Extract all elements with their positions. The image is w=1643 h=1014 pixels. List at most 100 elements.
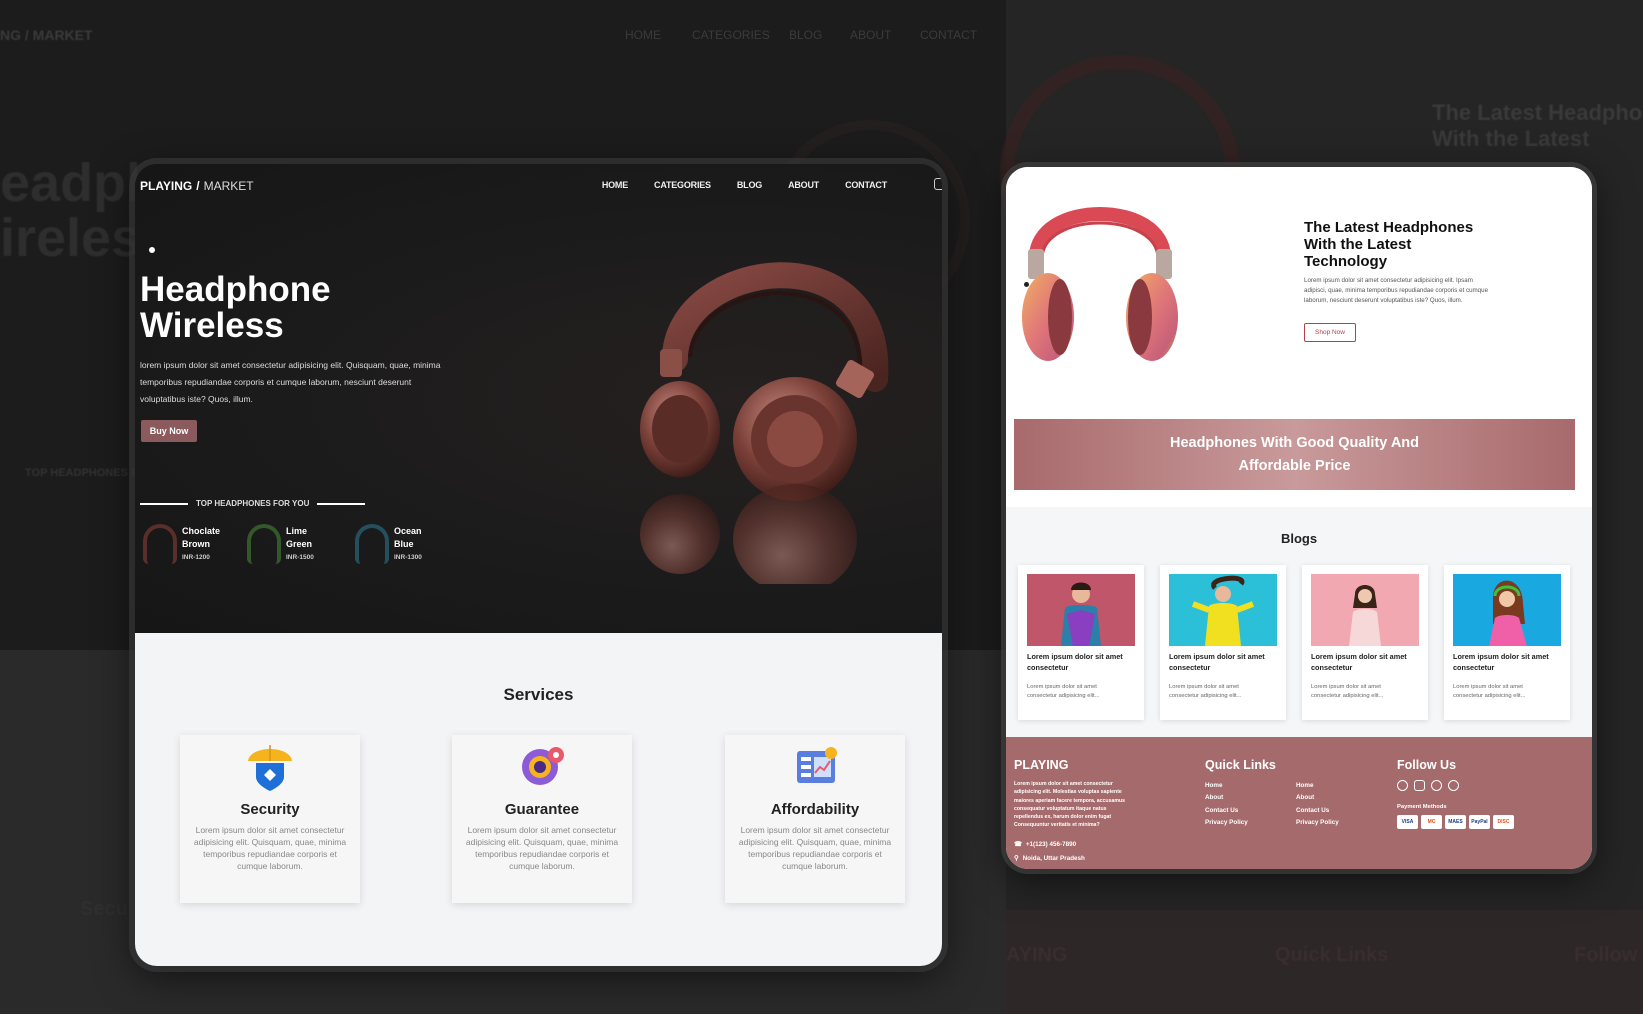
background-nav-about: ABOUT	[850, 28, 892, 42]
service-description: Lorem ipsum dolor sit amet consectetur a…	[465, 825, 619, 871]
hero-headphone-image	[640, 262, 889, 584]
location-pin-icon: ⚲	[1014, 855, 1019, 862]
footer-link-contact[interactable]: Contact Us	[1205, 807, 1248, 814]
services-title: Services	[503, 685, 574, 704]
background-footer-brand: AYING	[1006, 944, 1068, 966]
banner-text: Headphones With Good Quality And Afforda…	[1169, 434, 1420, 474]
mastercard-icon: MC	[1421, 815, 1442, 829]
nav-blog[interactable]: BLOG	[737, 180, 762, 190]
blog-title: Lorem ipsum dolor sit amet consectetur	[1169, 652, 1265, 672]
site-footer: PLAYING Lorem ipsum dolor sit amet conse…	[1006, 737, 1592, 869]
footer-link-home[interactable]: Home	[1205, 782, 1248, 789]
facebook-icon[interactable]	[1397, 780, 1408, 791]
social-icons	[1397, 780, 1459, 791]
right-hero-section: The Latest Headphones With the Latest Te…	[1006, 167, 1592, 419]
discover-icon: DISC	[1493, 815, 1514, 829]
top-headphones-label: TOP HEADPHONES FOR YOU	[196, 499, 310, 508]
quick-links-column-1: Home About Contact Us Privacy Policy	[1205, 782, 1248, 826]
product-price: INR-1500	[286, 553, 314, 561]
service-description: Lorem ipsum dolor sit amet consectetur a…	[738, 825, 892, 871]
shop-now-button[interactable]: Shop Now	[1304, 323, 1356, 342]
site-logo[interactable]: PLAYING / MARKET	[140, 179, 254, 193]
nav-home[interactable]: HOME	[602, 180, 628, 190]
maestro-icon: MAES	[1445, 815, 1466, 829]
product-name-line1: Ocean	[394, 525, 422, 536]
nav-categories[interactable]: CATEGORIES	[654, 180, 711, 190]
slider-dot[interactable]	[149, 247, 155, 253]
product-card[interactable]: Lime Green INR-1500	[247, 524, 314, 564]
product-info: Choclate Brown INR-1200	[182, 525, 220, 564]
blog-card[interactable]: Lorem ipsum dolor sit amet consectetur L…	[1444, 565, 1570, 720]
product-name-line2: Blue	[394, 538, 414, 549]
desktop-preview-card: PLAYING / MARKET HOME CATEGORIES BLOG AB…	[135, 164, 942, 966]
chart-board-icon	[797, 747, 837, 783]
product-info: Lime Green INR-1500	[286, 525, 314, 564]
telegram-icon[interactable]	[1431, 780, 1442, 791]
product-price: INR-1300	[394, 553, 422, 561]
blog-title: Lorem ipsum dolor sit amet consectetur	[1311, 652, 1407, 672]
blog-excerpt: Lorem ipsum dolor sit amet consectetur a…	[1027, 684, 1100, 699]
follow-us-title: Follow Us	[1397, 758, 1457, 772]
footer-brand: PLAYING	[1014, 758, 1069, 772]
product-card[interactable]: Choclate Brown INR-1200	[143, 524, 220, 564]
nav-about[interactable]: ABOUT	[788, 180, 819, 190]
product-name-line1: Lime	[286, 525, 308, 536]
blog-image	[1169, 574, 1277, 646]
gear-icon	[522, 747, 564, 785]
blogs-title: Blogs	[1280, 531, 1318, 546]
services-section: Services Security Lorem ipsum dolor sit …	[135, 633, 942, 966]
logo-light-text: MARKET	[203, 179, 254, 193]
slider-dot[interactable]	[1024, 282, 1029, 287]
service-card-guarantee: Guarantee Lorem ipsum dolor sit amet con…	[452, 735, 632, 903]
footer-link-home[interactable]: Home	[1296, 782, 1339, 789]
paypal-icon: PayPal	[1469, 815, 1490, 829]
instagram-icon[interactable]	[1414, 780, 1425, 791]
background-right-heading: The Latest Headpho	[1432, 100, 1643, 125]
service-title: Security	[240, 801, 300, 818]
right-hero-title: The Latest Headphones With the Latest Te…	[1304, 219, 1474, 270]
blog-excerpt: Lorem ipsum dolor sit amet consectetur a…	[1169, 684, 1242, 699]
right-hero-description: Lorem ipsum dolor sit amet consectetur a…	[1304, 277, 1489, 304]
visa-icon: VISA	[1397, 815, 1418, 829]
background-nav-blog: BLOG	[789, 28, 823, 42]
blog-image	[1311, 574, 1419, 646]
cart-icon[interactable]	[934, 178, 942, 190]
blog-card[interactable]: Lorem ipsum dolor sit amet consectetur L…	[1160, 565, 1286, 720]
quick-links-column-2: Home About Contact Us Privacy Policy	[1296, 782, 1339, 826]
blog-card[interactable]: Lorem ipsum dolor sit amet consectetur L…	[1302, 565, 1428, 720]
heading-line-left	[140, 502, 188, 505]
footer-link-privacy[interactable]: Privacy Policy	[1296, 819, 1339, 826]
hero-section: PLAYING / MARKET HOME CATEGORIES BLOG AB…	[135, 164, 942, 633]
service-title: Guarantee	[504, 801, 580, 818]
payment-methods: VISA MC MAES PayPal DISC	[1397, 815, 1514, 829]
blog-excerpt: Lorem ipsum dolor sit amet consectetur a…	[1311, 684, 1384, 699]
background-right-heading-2: With the Latest	[1432, 126, 1590, 151]
footer-about-text: Lorem ipsum dolor sit amet consectetur a…	[1014, 781, 1126, 829]
footer-link-privacy[interactable]: Privacy Policy	[1205, 819, 1248, 826]
background-footer-follow: Follow U	[1574, 944, 1643, 966]
umbrella-shield-icon	[248, 745, 292, 791]
footer-location: ⚲ Noida, Uttar Pradesh	[1014, 855, 1085, 862]
service-card-affordability: Affordability Lorem ipsum dolor sit amet…	[725, 735, 905, 903]
pink-headphone-image	[1022, 207, 1178, 361]
headphone-thumbnail-icon	[355, 524, 389, 564]
footer-phone[interactable]: ☎ +1(123) 456-7890	[1014, 841, 1076, 848]
background-logo: NG / MARKET	[0, 27, 93, 43]
service-card-security: Security Lorem ipsum dolor sit amet cons…	[180, 735, 360, 903]
google-icon[interactable]	[1448, 780, 1459, 791]
background-footer-quick: Quick Links	[1275, 944, 1389, 966]
logo-strong-text: PLAYING	[140, 179, 193, 193]
footer-link-contact[interactable]: Contact Us	[1296, 807, 1339, 814]
buy-now-button[interactable]: Buy Now	[141, 420, 197, 442]
footer-link-about[interactable]: About	[1205, 794, 1248, 801]
blog-excerpt: Lorem ipsum dolor sit amet consectetur a…	[1453, 684, 1526, 699]
quality-banner: Headphones With Good Quality And Afforda…	[1014, 419, 1575, 490]
footer-link-about[interactable]: About	[1296, 794, 1339, 801]
blog-card[interactable]: Lorem ipsum dolor sit amet consectetur L…	[1018, 565, 1144, 720]
blog-image	[1027, 574, 1135, 646]
nav-contact[interactable]: CONTACT	[845, 180, 887, 190]
main-nav: HOME CATEGORIES BLOG ABOUT CONTACT	[602, 180, 887, 190]
product-info: Ocean Blue INR-1300	[394, 525, 422, 564]
hero-title: Headphone Wireless	[140, 270, 331, 345]
product-card[interactable]: Ocean Blue INR-1300	[355, 524, 422, 564]
